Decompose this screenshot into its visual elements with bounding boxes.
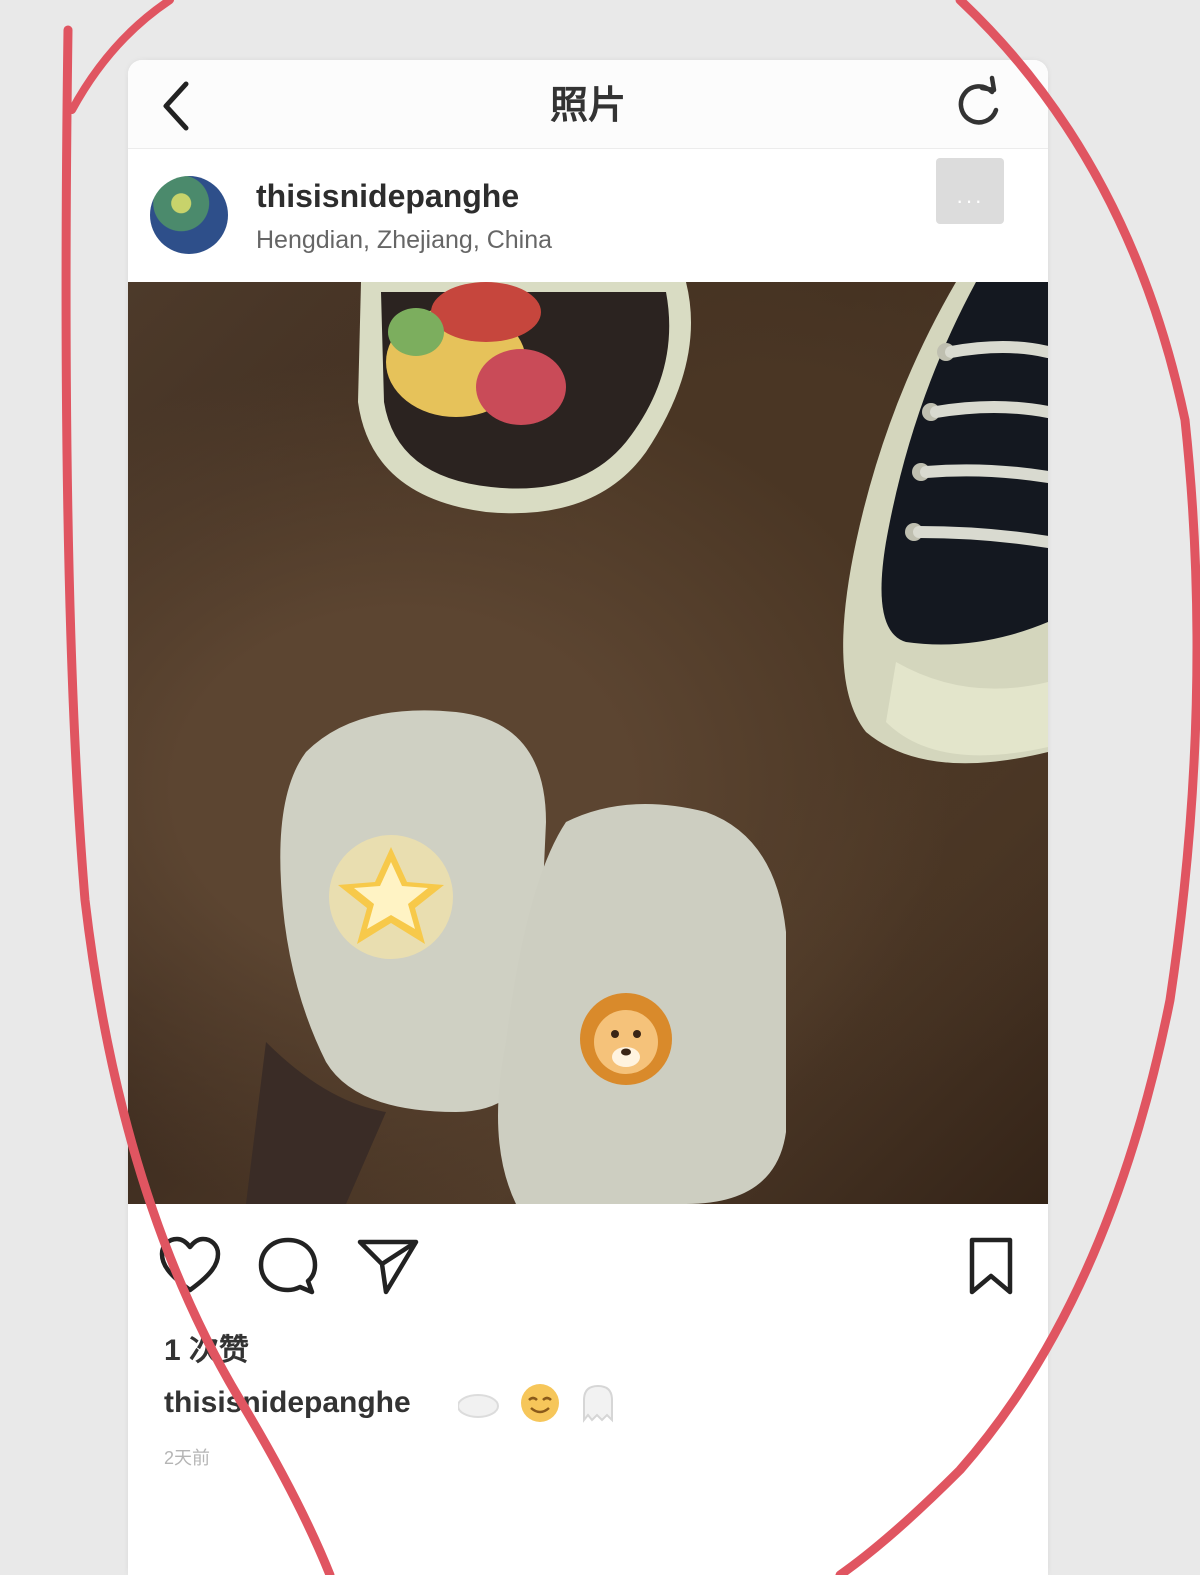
more-options-button[interactable]: ··· — [936, 158, 1004, 224]
caption-emojis — [457, 1378, 628, 1433]
smile-emoji-icon — [521, 1384, 559, 1422]
top-nav-bar: 照片 — [128, 60, 1048, 149]
share-icon — [357, 1239, 419, 1295]
refresh-icon — [958, 75, 999, 125]
post-location[interactable]: Hengdian, Zhejiang, China — [256, 226, 552, 255]
like-button[interactable] — [158, 1236, 222, 1301]
post-header: thisisnidepanghe Hengdian, Zhejiang, Chi… — [128, 150, 1048, 280]
page-title: 照片 — [549, 85, 626, 127]
likes-count[interactable]: 1 次赞 — [164, 1325, 249, 1369]
bookmark-button[interactable] — [966, 1236, 1016, 1301]
bookmark-icon — [969, 1237, 1013, 1295]
caption-emoji-group — [457, 1384, 613, 1423]
lion-emoji-icon — [580, 993, 672, 1085]
colorful-shoe-shape — [358, 282, 691, 514]
post-username[interactable]: thisisnidepanghe — [256, 178, 519, 215]
cloud-icon — [457, 1394, 499, 1418]
comment-button[interactable] — [256, 1236, 320, 1301]
slippers-shape — [246, 710, 786, 1204]
post-photo[interactable] — [128, 282, 1048, 1204]
black-sneaker-shape — [843, 282, 1048, 764]
star-emoji-icon — [329, 835, 453, 959]
phone-screen: 照片 thisisnidepanghe Hengdian, Zhejiang, … — [128, 60, 1048, 1575]
photo-illustration — [246, 282, 1048, 1204]
more-options-label: ··· — [956, 188, 984, 213]
caption-username[interactable]: thisisnidepanghe — [164, 1386, 411, 1420]
share-button[interactable] — [356, 1236, 420, 1301]
heart-icon — [159, 1236, 221, 1293]
comment-icon — [258, 1237, 318, 1295]
refresh-button[interactable] — [948, 72, 1008, 136]
avatar[interactable] — [150, 176, 228, 254]
post-actions-bar — [128, 1226, 1048, 1306]
ghost-icon — [583, 1384, 613, 1423]
post-timestamp: 2天前 — [164, 1448, 211, 1468]
